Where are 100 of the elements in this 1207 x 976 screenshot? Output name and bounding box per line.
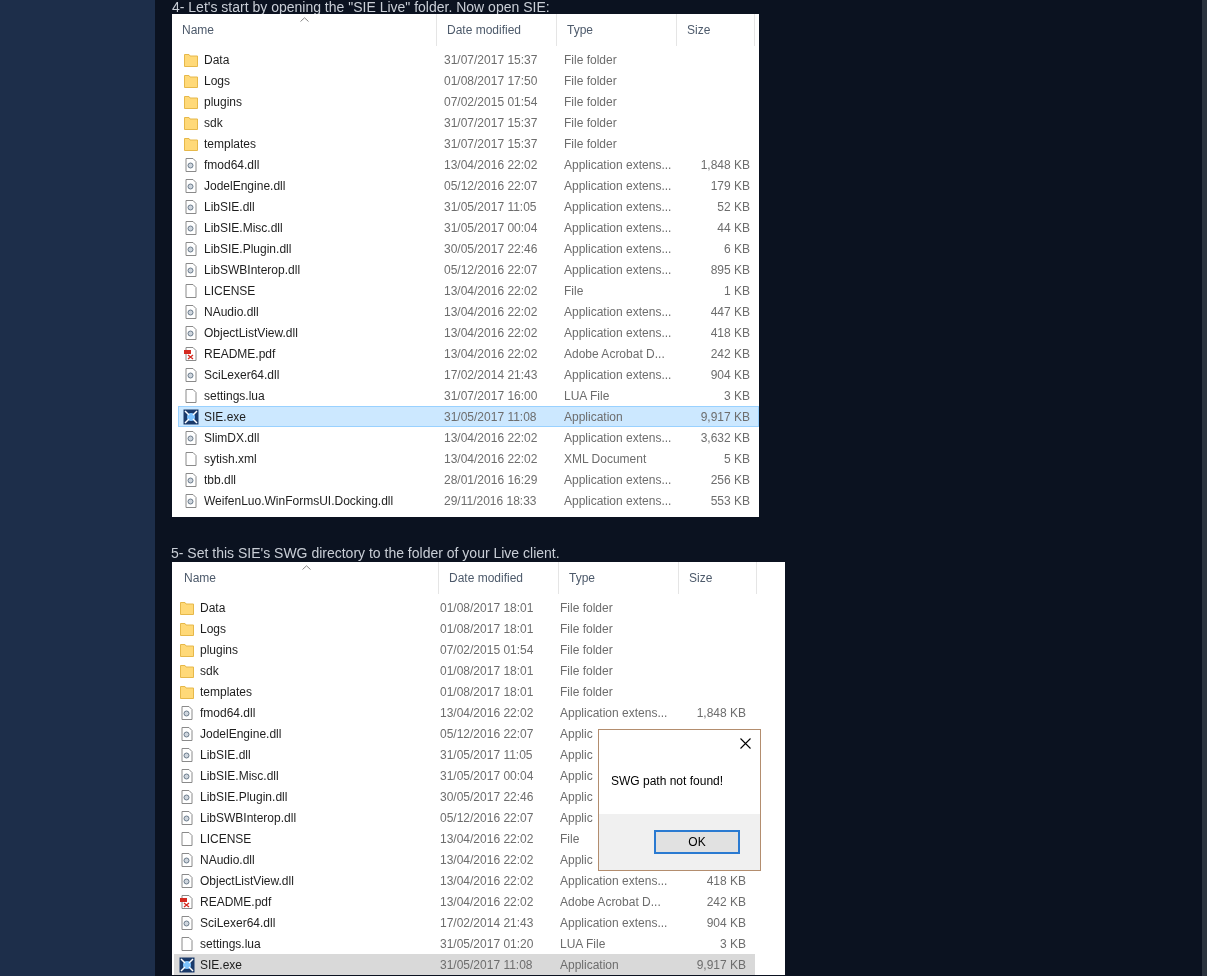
date-modified: 31/05/2017 00:04 (440, 768, 534, 783)
column-header[interactable]: Size (689, 571, 713, 585)
file-type: Application extens... (564, 430, 672, 445)
date-modified: 30/05/2017 22:46 (444, 241, 538, 256)
date-modified: 13/04/2016 22:02 (440, 852, 534, 867)
date-modified: 31/07/2017 15:37 (444, 52, 538, 67)
dialog-message: SWG path not found! (611, 774, 724, 788)
file-type: Applic (560, 852, 593, 867)
file-type: Application extens... (564, 157, 672, 172)
file-name: sdk (204, 115, 223, 130)
column-header[interactable]: Type (569, 571, 595, 585)
file-size: 5 KB (724, 451, 750, 466)
date-modified: 31/07/2017 15:37 (444, 136, 538, 151)
file-type: File folder (560, 600, 613, 615)
file-type: Application extens... (564, 199, 672, 214)
file-size: 1 KB (724, 283, 750, 298)
file-type: Application extens... (564, 220, 672, 235)
file-name: plugins (204, 94, 243, 109)
date-modified: 31/05/2017 00:04 (444, 220, 538, 235)
folder-icon (179, 641, 195, 658)
column-header[interactable]: Name (184, 571, 216, 585)
application-icon (183, 408, 199, 425)
dll-file-icon (183, 492, 199, 509)
column-header[interactable]: Name (182, 23, 214, 37)
file-type: Application (564, 409, 623, 424)
file-type: Application extens... (560, 915, 668, 930)
file-name: WeifenLuo.WinFormsUI.Docking.dll (204, 493, 394, 508)
file-name: settings.lua (200, 936, 261, 951)
date-modified: 31/05/2017 01:20 (440, 936, 534, 951)
ok-button[interactable]: OK (654, 830, 740, 854)
file-name: LibSIE.dll (204, 199, 255, 214)
file-name: plugins (200, 642, 239, 657)
file-name: LICENSE (204, 283, 256, 298)
date-modified: 13/04/2016 22:02 (440, 873, 534, 888)
file-type: Application extens... (564, 304, 672, 319)
date-modified: 13/04/2016 22:02 (440, 894, 534, 909)
folder-icon (183, 51, 199, 68)
application-icon (179, 956, 195, 973)
file-size: 1,848 KB (696, 705, 746, 720)
column-header[interactable]: Size (687, 23, 711, 37)
dll-file-icon (183, 240, 199, 257)
dll-file-icon (183, 324, 199, 341)
selected-file-row[interactable]: SIE.exe 31/05/2017 11:08 Application 9,917 KB (174, 954, 755, 975)
dll-file-icon (179, 767, 195, 784)
file-type: Applic (560, 747, 593, 762)
file-name: Data (200, 600, 226, 615)
date-modified: 17/02/2014 21:43 (440, 915, 534, 930)
file-type: File folder (564, 52, 617, 67)
file-type: Applic (560, 789, 593, 804)
file-name: SciLexer64.dll (204, 367, 280, 382)
date-modified: 01/08/2017 18:01 (440, 600, 534, 615)
file-size: 418 KB (706, 873, 746, 888)
date-modified: 13/04/2016 22:02 (444, 304, 538, 319)
date-modified: 31/05/2017 11:05 (444, 199, 537, 214)
folder-icon (183, 114, 199, 131)
date-modified: 17/02/2014 21:43 (444, 367, 538, 382)
column-header[interactable]: Date modified (447, 23, 522, 37)
dll-file-icon (179, 788, 195, 805)
file-name: settings.lua (204, 388, 265, 403)
file-size: 904 KB (706, 915, 746, 930)
file-icon (179, 830, 195, 847)
date-modified: 01/08/2017 18:01 (440, 621, 534, 636)
date-modified: 01/08/2017 17:50 (444, 73, 538, 88)
date-modified: 31/05/2017 11:05 (440, 747, 533, 762)
file-type: File (564, 283, 584, 298)
date-modified: 29/11/2016 18:33 (444, 493, 537, 508)
date-modified: 31/07/2017 16:00 (444, 388, 538, 403)
file-size: 9,917 KB (700, 409, 750, 424)
file-size: 256 KB (710, 472, 750, 487)
column-header[interactable]: Type (567, 23, 593, 37)
folder-icon (183, 72, 199, 89)
file-name: templates (204, 136, 257, 151)
dll-file-icon (183, 366, 199, 383)
dll-file-icon (179, 872, 195, 889)
file-size: 3,632 KB (700, 430, 750, 445)
file-name: Logs (200, 621, 227, 636)
step-heading: 4- Let's start by opening the "SIE Live" folder. Now open SIE: (172, 0, 551, 14)
file-type: File (560, 831, 580, 846)
dll-file-icon (179, 809, 195, 826)
file-name: LibSIE.dll (200, 747, 251, 762)
pdf-file-icon (179, 893, 195, 910)
file-type: Application extens... (564, 241, 672, 256)
column-header[interactable]: Date modified (449, 571, 524, 585)
file-name: SlimDX.dll (204, 430, 260, 445)
file-name: ObjectListView.dll (200, 873, 294, 888)
file-type: File folder (564, 115, 617, 130)
file-type: LUA File (564, 388, 610, 403)
date-modified: 05/12/2016 22:07 (444, 178, 538, 193)
file-name: sdk (200, 663, 219, 678)
dll-file-icon (183, 303, 199, 320)
file-size: 904 KB (710, 367, 750, 382)
close-icon[interactable] (740, 737, 751, 749)
date-modified: 13/04/2016 22:02 (440, 705, 534, 720)
file-name: NAudio.dll (200, 852, 255, 867)
date-modified: 13/04/2016 22:02 (444, 157, 538, 172)
dll-file-icon (183, 429, 199, 446)
selected-file-row[interactable]: SIE.exe 31/05/2017 11:08 Application 9,917 KB (178, 406, 759, 427)
pdf-file-icon (183, 345, 199, 362)
file-name: Logs (204, 73, 231, 88)
step-heading: 5- Set this SIE's SWG directory to the folder of your Live client. (171, 544, 561, 562)
